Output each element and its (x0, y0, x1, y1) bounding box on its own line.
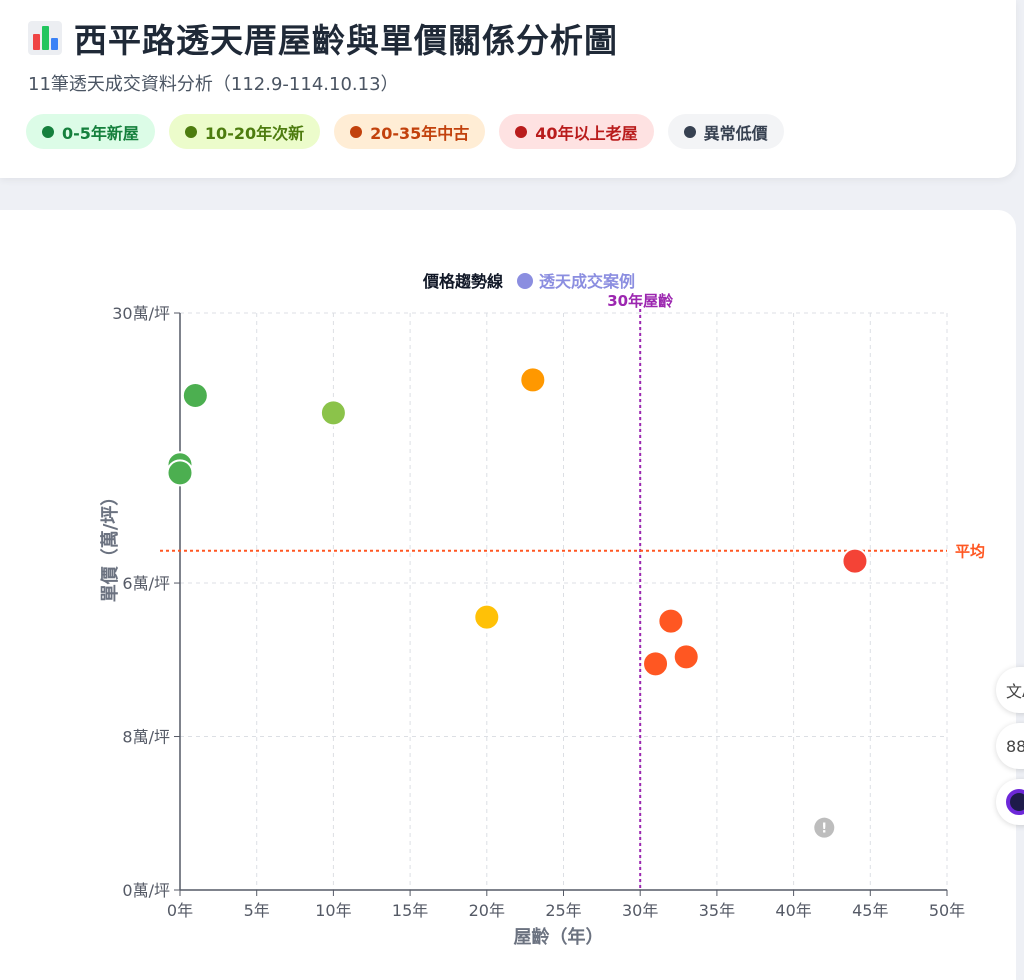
data-point (166, 459, 194, 487)
age-category-legend: 0-5年新屋 10-20年次新 20-35年中古 40年以上老屋 異常低價 (26, 114, 798, 149)
legend-label: 0-5年新屋 (62, 123, 139, 143)
title-row: 西平路透天厝屋齡與單價關係分析圖 (28, 14, 618, 62)
legend-pill: 10-20年次新 (168, 114, 321, 149)
legend-label: 40年以上老屋 (535, 123, 638, 143)
legend-pill: 異常低價 (667, 114, 784, 149)
legend-dot-icon (184, 125, 197, 138)
bar-chart-icon (28, 21, 62, 55)
y-tick-label: 30萬/坪 (112, 304, 170, 323)
legend-dot-icon (683, 125, 696, 138)
y-tick-label: 6萬/坪 (122, 574, 170, 593)
x-tick-label: 30年 (622, 901, 658, 920)
data-point (473, 603, 501, 631)
legend-label-trend: 價格趨勢線 (422, 272, 503, 291)
reference-label-30yr: 30年屋齡 (607, 292, 673, 310)
legend-pill: 20-35年中古 (334, 114, 486, 149)
header-card: 西平路透天厝屋齡與單價關係分析圖 11筆透天成交資料分析（112.9-114.1… (0, 0, 1016, 178)
x-tick-label: 40年 (775, 901, 811, 920)
x-tick-label: 15年 (392, 901, 428, 920)
y-axis-title: 單價（萬/坪） (99, 488, 121, 603)
x-tick-label: 0年 (167, 901, 193, 920)
data-point (657, 607, 685, 635)
data-point (642, 650, 670, 678)
page-subtitle: 11筆透天成交資料分析（112.9-114.10.13） (28, 74, 399, 95)
y-tick-label: 8萬/坪 (122, 728, 170, 747)
legend-label: 20-35年中古 (370, 123, 470, 143)
legend-dot-icon (350, 125, 363, 138)
x-tick-label: 10年 (315, 901, 351, 920)
legend-pill: 40年以上老屋 (499, 114, 654, 149)
assistant-icon (1006, 789, 1024, 815)
x-axis-title: 屋齡（年） (514, 926, 604, 948)
x-tick-label: 20年 (469, 901, 505, 920)
legend-label: 10-20年次新 (204, 123, 305, 143)
legend-pill: 0-5年新屋 (26, 114, 155, 149)
legend-label: 異常低價 (703, 123, 768, 143)
legend-marker-cases (517, 273, 533, 289)
x-tick-label: 45年 (852, 901, 888, 920)
legend-dot-icon (515, 125, 528, 138)
data-point (841, 547, 869, 575)
outlier-flag-label: ! (821, 822, 827, 837)
data-point (181, 382, 209, 410)
x-tick-label: 50年 (929, 901, 965, 920)
x-tick-label: 35年 (699, 901, 735, 920)
data-point (672, 643, 700, 671)
legend-label-cases: 透天成交案例 (539, 272, 635, 291)
chart-card: 0年 5年 10年 15年 20年 25年 30年 35年 40年 45年 50年 30萬/坪 6萬/坪… (0, 210, 1016, 980)
y-tick-label: 0萬/坪 (122, 881, 170, 900)
apps-icon: 88 (1006, 736, 1024, 756)
x-tick-label: 5年 (244, 901, 270, 920)
page-title: 西平路透天厝屋齡與單價關係分析圖 (74, 21, 618, 60)
x-tick-label: 25年 (545, 901, 581, 920)
average-label: 平均 (955, 543, 985, 561)
data-point (319, 399, 347, 427)
legend-dot-icon (42, 125, 54, 138)
scatter-chart: 0年 5年 10年 15年 20年 25年 30年 35年 40年 45年 50年 30萬/坪 6萬/坪… (99, 272, 985, 948)
data-point (519, 366, 547, 394)
translate-icon: 文A (1006, 682, 1024, 701)
